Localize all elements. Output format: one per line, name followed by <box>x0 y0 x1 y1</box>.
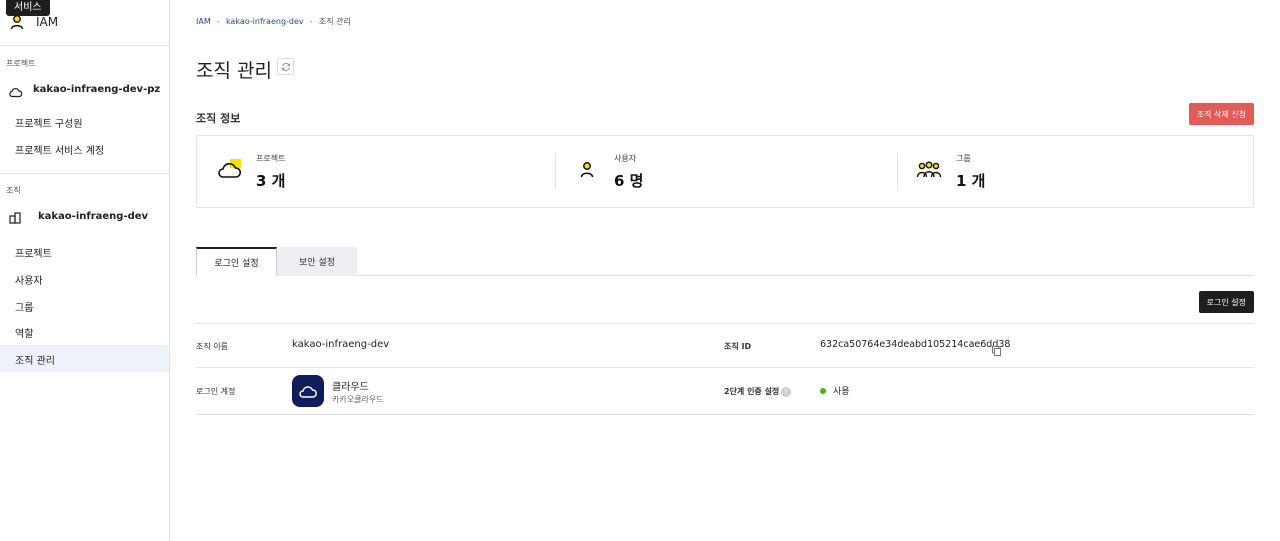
stat-label: 그룹 <box>956 154 971 163</box>
org-name-value: kakao-infraeng-dev <box>292 339 390 350</box>
breadcrumb-iam[interactable]: IAM <box>196 17 211 26</box>
detail-row-login: 로그인 계정 클라우드 카카오클라우드 2단계 인증 설정 ? 사용 <box>196 367 1254 415</box>
main-content: IAM › kakao-infraeng-dev › 조직 관리 조직 관리 조… <box>196 0 1254 541</box>
status-dot <box>820 388 826 394</box>
org-name-label: 조직 이름 <box>196 342 228 351</box>
org-section-label: 조직 <box>6 186 21 195</box>
tab-login-settings[interactable]: 로그인 설정 <box>196 247 277 276</box>
project-section-label: 프로젝트 <box>6 59 36 68</box>
org-info-title: 조직 정보 <box>196 112 241 125</box>
sidebar: 서비스 IAM 프로젝트 kakao-infraeng-dev-pz › 프로젝… <box>0 0 170 541</box>
sidebar-item-projects[interactable]: 프로젝트 <box>0 238 169 265</box>
stat-label: 프로젝트 <box>256 154 286 163</box>
iam-console: 서비스 IAM 프로젝트 kakao-infraeng-dev-pz › 프로젝… <box>0 0 1280 541</box>
help-icon[interactable]: ? <box>781 387 791 397</box>
breadcrumb: IAM › kakao-infraeng-dev › 조직 관리 <box>196 16 351 27</box>
org-id-value: 632ca50764e34deabd105214cae6dd38 <box>820 339 1011 350</box>
page-title: 조직 관리 <box>196 60 272 82</box>
org-selector-label: kakao-infraeng-dev <box>38 211 149 222</box>
detail-row-org: 조직 이름 kakao-infraeng-dev 조직 ID 632ca5076… <box>196 323 1254 367</box>
group-icon <box>916 161 942 183</box>
two-factor-value: 사용 <box>833 387 850 397</box>
breadcrumb-org[interactable]: kakao-infraeng-dev <box>226 17 304 26</box>
services-tooltip: 서비스 <box>6 0 50 16</box>
org-id-label: 조직 ID <box>724 342 752 351</box>
login-account-name: 클라우드 <box>332 382 369 393</box>
org-stats-card: 프로젝트 3 개 사용자 6 명 그룹 1 개 <box>196 135 1254 208</box>
two-factor-label: 2단계 인증 설정 <box>724 387 780 396</box>
sidebar-item-project-service-accounts[interactable]: 프로젝트 서비스 계정 <box>0 135 169 162</box>
refresh-button[interactable] <box>277 58 294 75</box>
sidebar-item-users[interactable]: 사용자 <box>0 265 169 292</box>
chevron-right-icon: › <box>216 17 220 26</box>
chevron-right-icon: › <box>150 82 155 96</box>
login-account-label: 로그인 계정 <box>196 387 236 396</box>
project-selector[interactable]: kakao-infraeng-dev-pz › <box>0 75 169 105</box>
sidebar-item-org-management[interactable]: 조직 관리 <box>0 345 169 372</box>
stat-value: 3 개 <box>256 172 286 190</box>
cloud-icon <box>217 158 243 184</box>
user-icon <box>580 161 594 182</box>
delete-org-request-button[interactable]: 조직 삭제 신청 <box>1188 103 1254 125</box>
copy-icon[interactable] <box>992 341 1001 360</box>
stat-label: 사용자 <box>614 154 637 163</box>
stat-value: 1 개 <box>956 172 986 190</box>
chevron-right-icon: › <box>309 17 313 26</box>
org-selector[interactable]: kakao-infraeng-dev <box>0 202 169 232</box>
tab-security-settings[interactable]: 보안 설정 <box>277 247 357 276</box>
sidebar-item-groups[interactable]: 그룹 <box>0 292 169 319</box>
building-icon <box>8 210 22 229</box>
breadcrumb-current: 조직 관리 <box>318 17 351 26</box>
settings-tabs: 로그인 설정 보안 설정 <box>196 247 1254 276</box>
project-selector-label: kakao-infraeng-dev-pz <box>33 84 161 95</box>
stat-value: 6 명 <box>614 172 644 190</box>
sidebar-item-roles[interactable]: 역할 <box>0 318 169 345</box>
app-title: IAM <box>36 15 59 29</box>
user-icon <box>10 14 24 34</box>
login-settings-button[interactable]: 로그인 설정 <box>1198 291 1254 313</box>
sidebar-item-project-members[interactable]: 프로젝트 구성원 <box>0 108 169 135</box>
cloud-icon <box>292 375 324 407</box>
login-account-sub: 카카오클라우드 <box>332 395 384 404</box>
stat-groups: 그룹 1 개 <box>898 136 1253 207</box>
sidebar-divider <box>0 173 169 174</box>
refresh-icon <box>281 62 290 71</box>
stat-projects: 프로젝트 3 개 <box>197 136 555 207</box>
stat-users: 사용자 6 명 <box>556 136 897 207</box>
cloud-icon <box>8 83 23 102</box>
